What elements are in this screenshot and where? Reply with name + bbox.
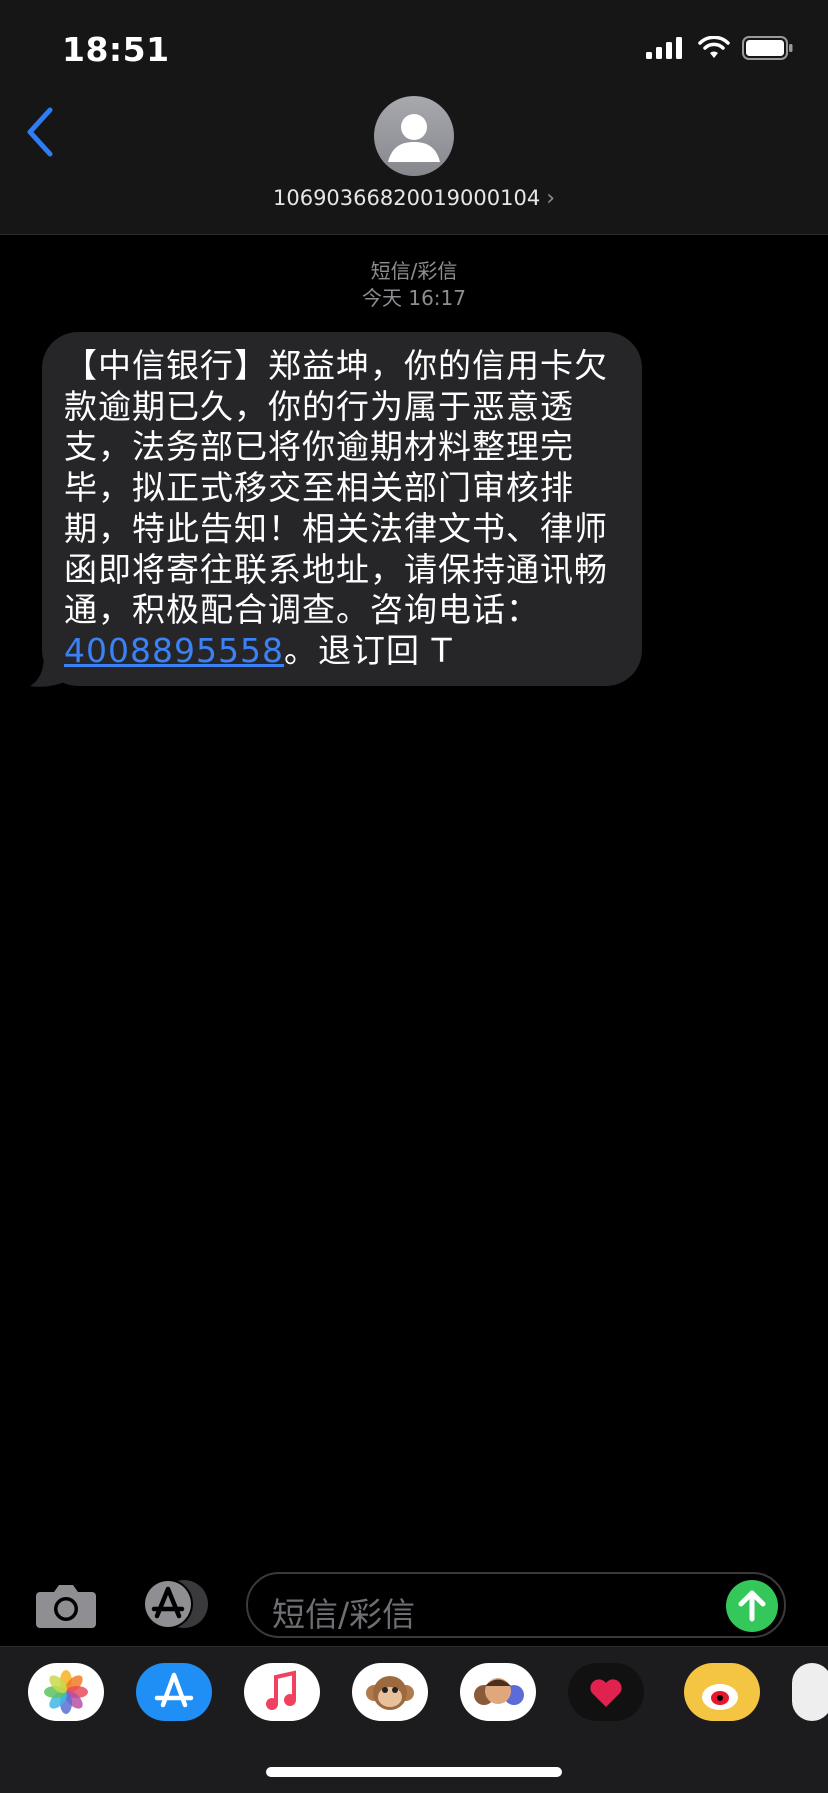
composer-toolbar: 短信/彩信 <box>0 1560 828 1646</box>
message-timestamp: 今天 16:17 <box>362 286 466 310</box>
message-line-last: 4008895558。退订回 T <box>64 631 624 672</box>
battery-icon <box>742 36 793 60</box>
contact-number[interactable]: 10690366820019000104 <box>273 186 540 210</box>
message-bubble[interactable]: 【中信银行】郑益坤，你的信用卡欠 款逾期已久，你的行为属于恶意透 支，法务部已将… <box>42 332 642 686</box>
message-line: 期，特此告知！相关法律文书、律师 <box>64 508 608 548</box>
message-input-placeholder: 短信/彩信 <box>272 1595 416 1634</box>
music-app-icon[interactable] <box>244 1663 320 1721</box>
arrow-up-icon <box>738 1590 766 1622</box>
photos-app-icon[interactable] <box>28 1663 104 1721</box>
more-apps-icon[interactable] <box>792 1663 828 1721</box>
digital-touch-app-icon[interactable] <box>568 1663 644 1721</box>
app-store-icon[interactable] <box>138 1578 212 1630</box>
status-bar: 18:51 <box>0 0 828 90</box>
status-time: 18:51 <box>62 30 170 69</box>
camera-icon[interactable] <box>34 1582 98 1630</box>
cellular-signal-icon <box>646 37 682 59</box>
back-chevron-icon[interactable] <box>22 104 62 160</box>
message-line: 函即将寄往联系地址，请保持通讯畅 <box>64 549 608 589</box>
message-service-label: 短信/彩信 <box>370 259 458 283</box>
message-line: 支，法务部已将你逾期材料整理完 <box>64 427 574 467</box>
weibo-app-icon[interactable] <box>684 1663 760 1721</box>
message-line: 款逾期已久，你的行为属于恶意透 <box>64 386 574 426</box>
phone-number-link[interactable]: 4008895558 <box>64 631 284 670</box>
status-icons <box>646 36 794 60</box>
message-line: 通，积极配合调查。咨询电话： <box>64 590 540 630</box>
message-line: 【中信银行】郑益坤，你的信用卡欠 <box>64 346 608 385</box>
contact-name-row[interactable]: 10690366820019000104 › <box>0 186 828 211</box>
chevron-right-icon: › <box>546 186 556 211</box>
send-button[interactable] <box>726 1580 778 1632</box>
app-store-app-icon[interactable] <box>136 1663 212 1721</box>
message-suffix: 。退订回 T <box>283 630 453 670</box>
animoji-app-icon[interactable] <box>352 1663 428 1721</box>
message-input[interactable]: 短信/彩信 <box>246 1572 786 1638</box>
home-indicator[interactable] <box>266 1767 562 1777</box>
wifi-icon <box>698 36 730 58</box>
imessage-app-drawer <box>0 1646 828 1793</box>
message-body: 【中信银行】郑益坤，你的信用卡欠 款逾期已久，你的行为属于恶意透 支，法务部已将… <box>64 346 624 672</box>
person-silhouette-icon <box>388 114 440 162</box>
conversation-header: 10690366820019000104 › <box>0 90 828 235</box>
message-line: 毕，拟正式移交至相关部门审核排 <box>64 468 574 508</box>
contact-avatar[interactable] <box>374 96 454 176</box>
memoji-app-icon[interactable] <box>460 1663 536 1721</box>
